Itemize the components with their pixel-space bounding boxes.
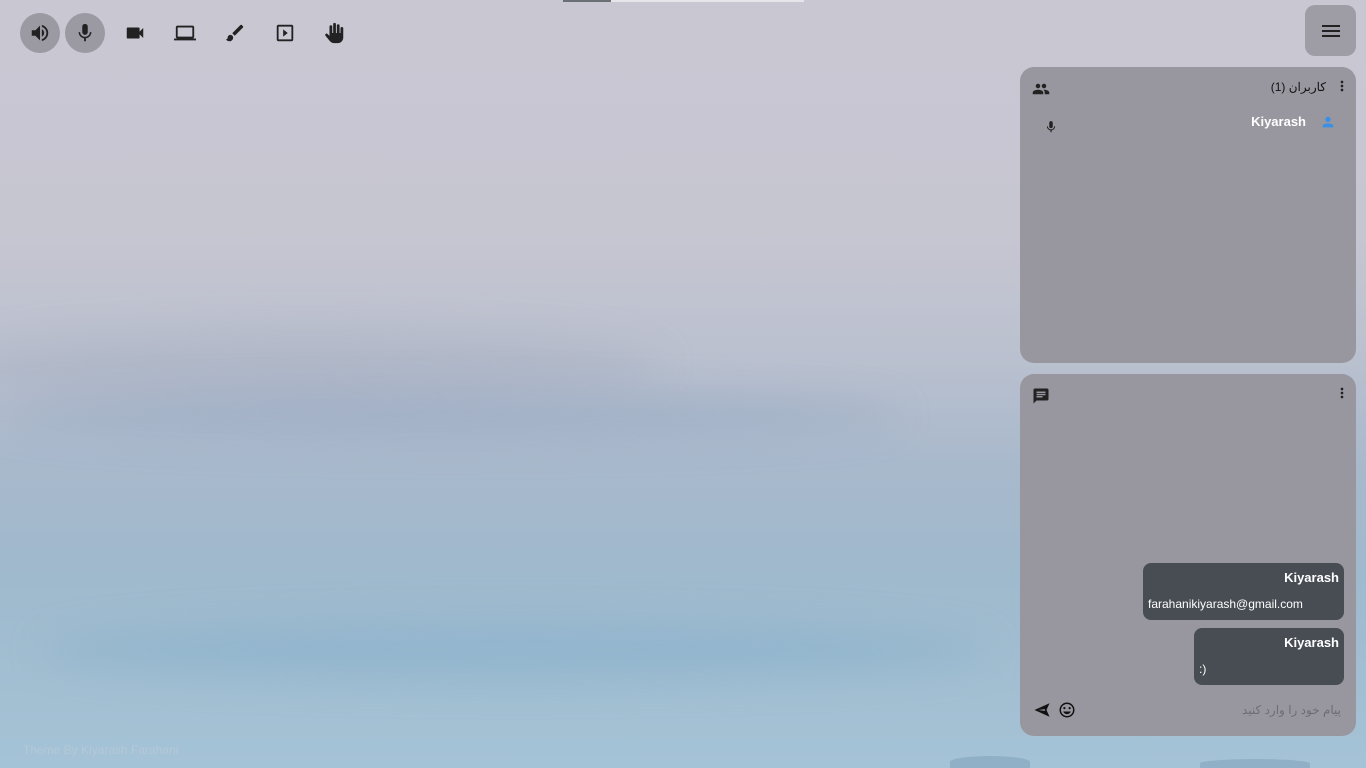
whiteboard-button[interactable] <box>215 13 255 53</box>
loading-bar <box>563 0 804 2</box>
slideshow-icon <box>276 24 294 42</box>
users-icon <box>1032 80 1050 98</box>
toolbar <box>20 13 365 53</box>
send-button[interactable] <box>1032 701 1052 719</box>
chat-icon <box>1032 387 1050 405</box>
cloud-band <box>40 620 990 680</box>
mountain <box>950 756 1030 768</box>
message-author: Kiyarash <box>1284 570 1339 585</box>
brush-icon <box>225 24 244 42</box>
hamburger-icon <box>1321 24 1340 37</box>
screen-share-button[interactable] <box>165 13 205 53</box>
user-name: Kiyarash <box>1251 114 1306 129</box>
speaker-icon <box>31 24 49 42</box>
laptop-icon <box>174 25 196 41</box>
send-icon <box>1034 703 1050 717</box>
microphone-button[interactable] <box>65 13 105 53</box>
cloud-band <box>0 390 900 440</box>
theme-credit: Theme By Kiyarash Farahani <box>23 743 179 757</box>
person-icon <box>1320 114 1336 130</box>
smiley-icon <box>1059 702 1075 718</box>
chat-message: Kiyarash :) <box>1194 628 1344 685</box>
microphone-icon <box>78 23 92 42</box>
more-options-icon[interactable] <box>1339 78 1345 94</box>
users-panel: کاربران (1) Kiyarash <box>1020 67 1356 363</box>
message-author: Kiyarash <box>1284 635 1339 650</box>
message-text: farahanikiyarash@gmail.com <box>1148 597 1303 611</box>
cloud-band <box>0 330 660 400</box>
more-options-icon[interactable] <box>1339 385 1345 401</box>
menu-button[interactable] <box>1305 5 1356 56</box>
message-text: :) <box>1199 662 1207 676</box>
presentation-button[interactable] <box>265 13 305 53</box>
video-camera-icon <box>126 27 144 39</box>
user-list-item[interactable]: Kiyarash <box>1020 113 1356 133</box>
hand-icon <box>325 22 344 44</box>
speaker-button[interactable] <box>20 13 60 53</box>
camera-button[interactable] <box>115 13 155 53</box>
raise-hand-button[interactable] <box>315 13 355 53</box>
microphone-icon <box>1044 119 1058 135</box>
users-panel-title: کاربران (1) <box>1270 80 1326 94</box>
chat-message: Kiyarash farahanikiyarash@gmail.com <box>1143 563 1344 620</box>
emoji-button[interactable] <box>1058 701 1076 719</box>
mountain <box>1200 759 1310 768</box>
chat-panel: Kiyarash farahanikiyarash@gmail.com Kiya… <box>1020 374 1356 736</box>
chat-message-input[interactable]: پیام خود را وارد کنید <box>1242 703 1341 717</box>
loading-bar-fill <box>563 0 612 2</box>
